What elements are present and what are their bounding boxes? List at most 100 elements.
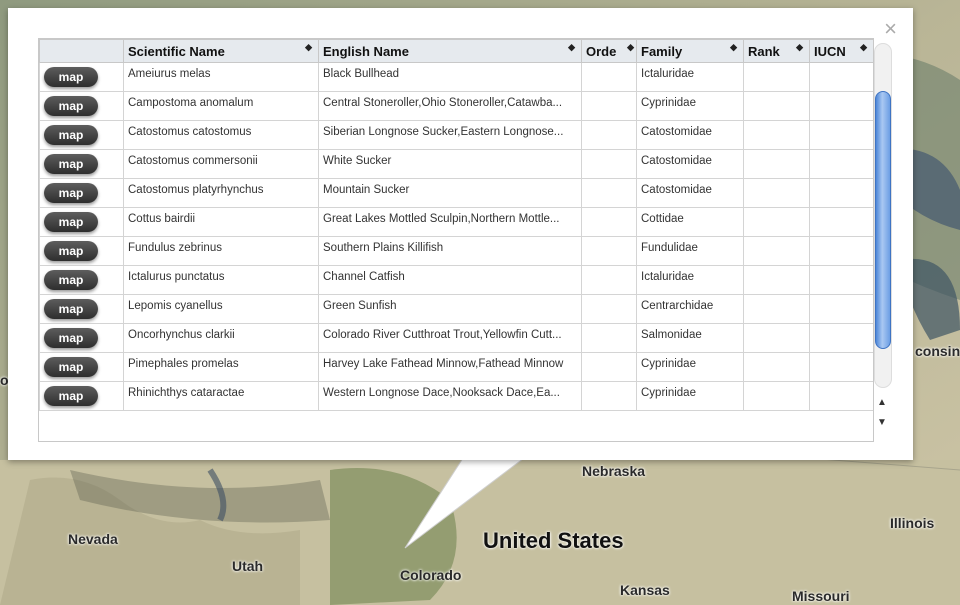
iucn-cell [809,323,873,353]
scientific-name-cell: Ictalurus punctatus [123,265,319,295]
table-row: map Catostomus platyrhynchus Mountain Suck… [39,178,873,208]
iucn-cell [809,207,873,237]
map-label-illinois: Illinois [890,515,935,531]
rank-cell [743,265,810,295]
order-cell [581,323,637,353]
sort-icon[interactable]: ◆ [305,43,312,52]
scientific-name-cell: Pimephales promelas [123,352,319,382]
order-cell [581,178,637,208]
map-button[interactable]: map [44,183,98,203]
scientific-name-cell: Rhinichthys cataractae [123,381,319,411]
sort-icon[interactable]: ◆ [796,43,803,52]
scroll-up-icon[interactable]: ▲ [877,397,887,408]
order-cell [581,236,637,266]
map-button[interactable]: map [44,96,98,116]
iucn-cell [809,91,873,121]
map-button-cell: map [39,120,124,150]
map-button[interactable]: map [44,299,98,319]
iucn-cell [809,294,873,324]
order-cell [581,91,637,121]
map-button-cell: map [39,352,124,382]
map-button-cell: map [39,149,124,179]
map-button[interactable]: map [44,241,98,261]
column-header-english-name[interactable]: English Name ◆ [318,39,582,63]
order-cell [581,381,637,411]
map-button[interactable]: map [44,357,98,377]
table-row: map Rhinichthys cataractae Western Longnos… [39,381,873,411]
rank-cell [743,323,810,353]
map-label-missouri: Missouri [792,588,850,604]
map-button[interactable]: map [44,67,98,87]
english-name-cell: White Sucker [318,149,582,179]
map-button[interactable]: map [44,125,98,145]
table-row: map Ameiurus melas Black Bullhead Ictalurid… [39,62,873,92]
map-label-nebraska: Nebraska [582,463,646,479]
map-button-cell: map [39,207,124,237]
family-cell: Ictaluridae [636,62,744,92]
column-header-label: Orde [586,43,617,59]
column-header-rank[interactable]: Rank ◆ [743,39,810,63]
column-header-map [39,39,124,63]
map-label-kansas: Kansas [620,582,670,598]
scientific-name-cell: Cottus bairdii [123,207,319,237]
family-cell: Cyprinidae [636,381,744,411]
table-row: map Catostomus catostomus Siberian Longnos… [39,120,873,150]
column-header-label: Family [641,43,683,59]
map-label-colorado: Colorado [400,567,462,583]
table-row: map Catostomus commersonii White Sucker Cat… [39,149,873,179]
english-name-cell: Harvey Lake Fathead Minnow,Fathead Minno… [318,352,582,382]
column-header-scientific-name[interactable]: Scientific Name ◆ [123,39,319,63]
map-button[interactable]: map [44,386,98,406]
table-row: map Oncorhynchus clarkii Colorado River Cu… [39,323,873,353]
scientific-name-cell: Lepomis cyanellus [123,294,319,324]
map-button[interactable]: map [44,212,98,232]
english-name-cell: Channel Catfish [318,265,582,295]
scroll-thumb[interactable] [875,91,891,349]
scientific-name-cell: Ameiurus melas [123,62,319,92]
table-row: map Fundulus zebrinus Southern Plains Kill… [39,236,873,266]
scientific-name-cell: Fundulus zebrinus [123,236,319,266]
family-cell: Catostomidae [636,149,744,179]
iucn-cell [809,265,873,295]
map-button[interactable]: map [44,154,98,174]
family-cell: Cyprinidae [636,91,744,121]
sort-icon[interactable]: ◆ [568,43,575,52]
family-cell: Catostomidae [636,178,744,208]
sort-icon[interactable]: ◆ [730,43,737,52]
rank-cell [743,381,810,411]
table-row: map Ictalurus punctatus Channel Catfish Ict… [39,265,873,295]
family-cell: Fundulidae [636,236,744,266]
english-name-cell: Green Sunfish [318,294,582,324]
vertical-scrollbar[interactable]: ▲ ▼ [874,43,892,433]
scientific-name-cell: Campostoma anomalum [123,91,319,121]
table-header-row: Scientific Name ◆ English Name ◆ Orde ◆ Fam… [39,39,873,63]
sort-icon[interactable]: ◆ [627,43,634,52]
rank-cell [743,178,810,208]
english-name-cell: Siberian Longnose Sucker,Eastern Longnos… [318,120,582,150]
family-cell: Cyprinidae [636,352,744,382]
iucn-cell [809,62,873,92]
column-header-iucn[interactable]: IUCN ◆ [809,39,873,63]
iucn-cell [809,120,873,150]
column-header-label: IUCN [814,43,846,59]
map-button[interactable]: map [44,328,98,348]
map-button-cell: map [39,323,124,353]
english-name-cell: Mountain Sucker [318,178,582,208]
map-button-cell: map [39,178,124,208]
map-label-wisconsin: consin [915,343,960,359]
scroll-down-icon[interactable]: ▼ [877,417,887,428]
close-icon[interactable]: × [884,18,897,40]
column-header-family[interactable]: Family ◆ [636,39,744,63]
sort-icon[interactable]: ◆ [860,43,867,52]
column-header-label: Rank [748,43,780,59]
english-name-cell: Central Stoneroller,Ohio Stoneroller,Cat… [318,91,582,121]
map-button[interactable]: map [44,270,98,290]
family-cell: Cottidae [636,207,744,237]
iucn-cell [809,236,873,266]
map-button-cell: map [39,91,124,121]
family-cell: Salmonidae [636,323,744,353]
english-name-cell: Black Bullhead [318,62,582,92]
rank-cell [743,352,810,382]
column-header-label: Scientific Name [128,43,225,59]
column-header-order[interactable]: Orde ◆ [581,39,637,63]
